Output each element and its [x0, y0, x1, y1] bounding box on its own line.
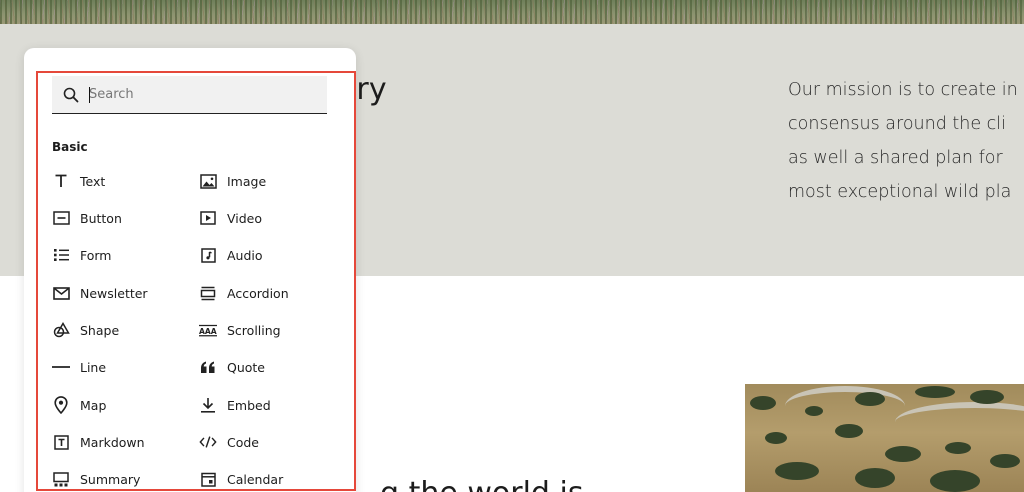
block-item-summary[interactable]: Summary — [52, 467, 140, 491]
mission-line: consensus around the cli — [788, 114, 1007, 134]
block-item-label: Markdown — [80, 434, 145, 450]
block-item-label: Video — [227, 210, 263, 226]
block-item-label: Summary — [80, 471, 141, 487]
block-item-label: Accordion — [227, 285, 289, 301]
block-item-video[interactable]: Video — [199, 206, 262, 230]
mission-line: most exceptional wild pla — [788, 182, 1012, 202]
block-item-label: Scrolling — [227, 322, 281, 338]
block-item-accordion[interactable]: Accordion — [199, 281, 289, 305]
newsletter-icon — [52, 284, 70, 302]
form-icon — [52, 246, 70, 264]
block-item-shape[interactable]: Shape — [52, 318, 119, 342]
scrolling-icon: AAA — [199, 321, 217, 339]
video-icon — [199, 209, 217, 227]
block-item-form[interactable]: Form — [52, 243, 112, 267]
landscape-photo — [745, 384, 1024, 492]
block-item-text[interactable]: Text — [52, 169, 105, 193]
shape-icon — [52, 321, 70, 339]
block-item-newsletter[interactable]: Newsletter — [52, 281, 148, 305]
block-item-label: Map — [80, 397, 107, 413]
map-icon — [52, 396, 70, 414]
block-item-quote[interactable]: Quote — [199, 355, 265, 379]
summary-icon — [52, 470, 70, 488]
search-input[interactable] — [89, 87, 309, 102]
block-item-label: Form — [80, 247, 112, 263]
image-icon — [199, 172, 217, 190]
block-item-embed[interactable]: Embed — [199, 393, 271, 417]
section-label-basic: Basic — [52, 140, 88, 154]
block-item-label: Code — [227, 434, 260, 450]
block-item-line[interactable]: Line — [52, 355, 106, 379]
calendar-icon — [199, 470, 217, 488]
embed-icon — [199, 396, 217, 414]
block-item-label: Audio — [227, 247, 263, 263]
svg-text:AAA: AAA — [199, 327, 217, 336]
block-item-label: Text — [80, 173, 106, 189]
header-photo — [0, 0, 1024, 24]
section-heading: g the world is — [380, 476, 583, 492]
quote-icon — [199, 358, 217, 376]
search-box[interactable] — [52, 76, 327, 114]
mission-line: Our mission is to create in — [788, 80, 1018, 100]
text-caret — [89, 87, 90, 103]
block-item-label: Image — [227, 173, 267, 189]
search-icon — [63, 87, 79, 103]
block-item-label: Calendar — [227, 471, 284, 487]
block-item-label: Newsletter — [80, 285, 148, 301]
mission-text: Our mission is to create in consensus ar… — [788, 73, 1024, 209]
block-item-image[interactable]: Image — [199, 169, 266, 193]
text-icon — [52, 172, 70, 190]
block-item-scrolling[interactable]: AAA Scrolling — [199, 318, 281, 342]
block-item-label: Button — [80, 210, 122, 226]
block-item-markdown[interactable]: Markdown — [52, 430, 145, 454]
block-item-button[interactable]: Button — [52, 206, 122, 230]
button-icon — [52, 209, 70, 227]
block-item-audio[interactable]: Audio — [199, 243, 263, 267]
code-icon — [199, 433, 217, 451]
audio-icon — [199, 246, 217, 264]
block-item-map[interactable]: Map — [52, 393, 106, 417]
line-icon — [52, 358, 70, 376]
markdown-icon — [52, 433, 70, 451]
accordion-icon — [199, 284, 217, 302]
add-block-panel — [24, 48, 356, 492]
mission-line: as well a shared plan for — [788, 148, 1003, 168]
block-item-label: Line — [80, 359, 107, 375]
block-item-label: Quote — [227, 359, 266, 375]
block-item-calendar[interactable]: Calendar — [199, 467, 283, 491]
block-item-label: Embed — [227, 397, 271, 413]
block-item-label: Shape — [80, 322, 120, 338]
block-item-code[interactable]: Code — [199, 430, 259, 454]
